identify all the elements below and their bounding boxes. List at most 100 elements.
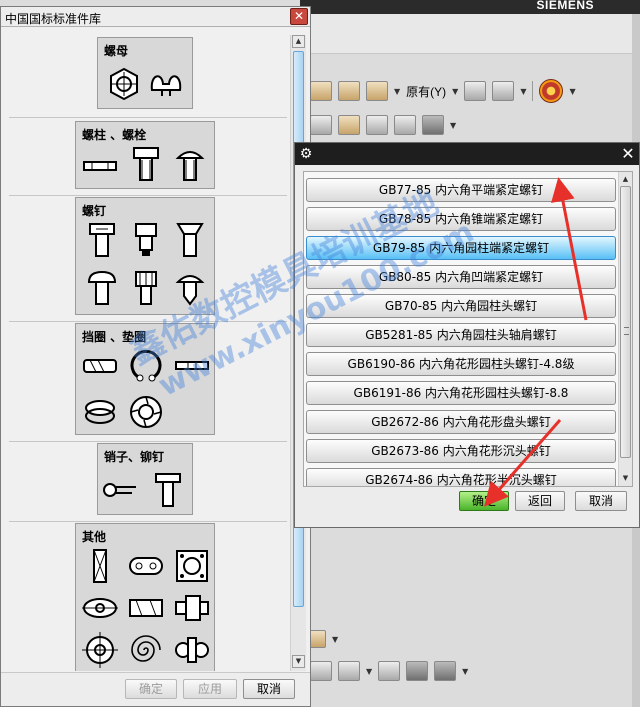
chevron-down-icon[interactable]: ▼ bbox=[452, 87, 458, 96]
chevron-down-icon[interactable]: ▼ bbox=[569, 87, 575, 96]
category-label: 螺钉 bbox=[82, 204, 107, 218]
gear-library-icon[interactable] bbox=[539, 79, 564, 103]
standard-item[interactable]: GB77-85 内六角平端紧定螺钉 bbox=[306, 178, 616, 202]
category-divider bbox=[9, 195, 287, 196]
category-studs-bolts[interactable]: 螺柱 、螺栓 bbox=[75, 121, 215, 189]
scroll-thumb[interactable] bbox=[620, 186, 631, 458]
tapping-screw-icon[interactable] bbox=[172, 270, 208, 306]
pan-head-screw-icon[interactable] bbox=[84, 270, 120, 306]
gear-icon[interactable]: ⚙ bbox=[298, 146, 314, 162]
close-icon[interactable]: ✕ bbox=[290, 8, 308, 25]
standard-item[interactable]: GB6191-86 内六角花形园柱头螺钉-8.8 bbox=[306, 381, 616, 405]
chevron-down-icon[interactable]: ▼ bbox=[462, 667, 468, 676]
library-title: 中国国标标准件库 bbox=[5, 12, 102, 26]
standard-item[interactable]: GB80-85 内六角凹端紧定螺钉 bbox=[306, 265, 616, 289]
ok-button[interactable]: 确定 bbox=[125, 679, 177, 699]
legacy-menu[interactable]: 原有(Y) bbox=[406, 83, 446, 100]
cheese-head-screw-icon[interactable] bbox=[128, 222, 164, 258]
box-feature-icon[interactable] bbox=[464, 81, 487, 101]
cancel-button[interactable]: 取消 bbox=[575, 491, 627, 511]
slot-feature-icon[interactable] bbox=[366, 81, 388, 101]
face-op-icon[interactable] bbox=[310, 115, 332, 135]
back-button[interactable]: 返回 bbox=[515, 491, 565, 511]
scroll-up-icon[interactable]: ▲ bbox=[292, 35, 305, 48]
hex-nut-icon[interactable] bbox=[106, 66, 142, 102]
ok-button[interactable]: 确定 bbox=[459, 491, 509, 511]
dialog-title-bar: ⚙ ✕ bbox=[295, 143, 639, 165]
round-head-bolt-icon[interactable] bbox=[172, 146, 208, 182]
clamp-icon[interactable] bbox=[128, 590, 164, 626]
scroll-up-icon[interactable]: ▲ bbox=[620, 173, 631, 185]
category-label: 挡圈 、垫圈 bbox=[82, 330, 147, 344]
flange-icon[interactable] bbox=[174, 548, 210, 584]
stud-icon[interactable] bbox=[82, 148, 118, 184]
pocket-feature-icon[interactable] bbox=[338, 81, 360, 101]
spring-washer-icon[interactable] bbox=[82, 394, 118, 430]
category-label: 其他 bbox=[82, 530, 107, 544]
standard-item[interactable]: GB2672-86 内六角花形盘头螺钉 bbox=[306, 410, 616, 434]
split-body-icon[interactable] bbox=[394, 115, 416, 135]
lock-washer-icon[interactable] bbox=[128, 394, 164, 430]
hex-bolt-icon[interactable] bbox=[128, 146, 164, 182]
siemens-logo: SIEMENS bbox=[536, 0, 594, 12]
library-footer: 确定 应用 取消 bbox=[1, 672, 310, 706]
standard-item[interactable]: GB70-85 内六角园柱头螺钉 bbox=[306, 294, 616, 318]
trim-body-icon[interactable] bbox=[366, 115, 388, 135]
category-divider bbox=[9, 521, 287, 522]
circlip-icon[interactable] bbox=[128, 348, 164, 384]
flat-washer-icon[interactable] bbox=[174, 348, 210, 384]
cross-target-icon[interactable] bbox=[82, 632, 118, 668]
coupling-icon[interactable] bbox=[174, 590, 210, 626]
chevron-down-icon[interactable]: ▼ bbox=[450, 121, 456, 130]
apply-button[interactable]: 应用 bbox=[183, 679, 237, 699]
standard-item[interactable]: GB5281-85 内六角园柱头轴肩螺钉 bbox=[306, 323, 616, 347]
ribbon-strip bbox=[300, 14, 640, 54]
chevron-down-icon[interactable]: ▼ bbox=[366, 667, 372, 676]
standard-item[interactable]: GB2673-86 内六角花形沉头螺钉 bbox=[306, 439, 616, 463]
plate-icon[interactable] bbox=[128, 548, 164, 584]
countersunk-screw-icon[interactable] bbox=[172, 222, 208, 258]
component-icon[interactable] bbox=[434, 661, 457, 681]
extrude-feature-icon[interactable] bbox=[492, 81, 515, 101]
category-label: 螺母 bbox=[104, 44, 129, 58]
category-rings-washers[interactable]: 挡圈 、垫圈 bbox=[75, 323, 215, 435]
standard-item[interactable]: GB78-85 内六角锥端紧定螺钉 bbox=[306, 207, 616, 231]
list-scrollbar[interactable]: ▲ ▼ bbox=[618, 172, 632, 486]
category-list: 螺母 螺柱 、螺栓 螺钉 挡圈 、垫圈 销子、铆钉 其他 bbox=[5, 31, 287, 671]
block-feature-icon[interactable] bbox=[310, 81, 332, 101]
standard-selection-dialog: ⚙ ✕ GB77-85 内六角平端紧定螺钉 GB78-85 内六角锥端紧定螺钉 GB… bbox=[294, 142, 640, 528]
dimension-icon[interactable] bbox=[310, 661, 332, 681]
toolbar-separator bbox=[532, 81, 534, 101]
toolbar-row-4: ▼ ▼ bbox=[310, 656, 468, 686]
chevron-down-icon[interactable]: ▼ bbox=[332, 635, 338, 644]
category-pins-rivets[interactable]: 销子、铆钉 bbox=[97, 443, 193, 515]
cotter-pin-icon[interactable] bbox=[102, 472, 138, 508]
category-nuts[interactable]: 螺母 bbox=[97, 37, 193, 109]
assembly-icon[interactable] bbox=[406, 661, 429, 681]
scroll-down-icon[interactable]: ▼ bbox=[620, 472, 631, 484]
category-divider bbox=[9, 441, 287, 442]
scroll-down-icon[interactable]: ▼ bbox=[292, 655, 305, 668]
close-icon[interactable]: ✕ bbox=[619, 145, 637, 163]
spiral-icon[interactable] bbox=[128, 632, 164, 668]
standard-item[interactable]: GB2674-86 内六角花形半沉头螺钉 bbox=[306, 468, 616, 486]
category-screws[interactable]: 螺钉 bbox=[75, 197, 215, 315]
chevron-down-icon[interactable]: ▼ bbox=[520, 87, 526, 96]
key-icon[interactable] bbox=[82, 548, 118, 584]
category-others[interactable]: 其他 bbox=[75, 523, 215, 671]
slotted-screw-icon[interactable] bbox=[84, 222, 120, 258]
pattern-icon[interactable] bbox=[422, 115, 444, 135]
angle-icon[interactable] bbox=[338, 661, 360, 681]
wing-nut-icon[interactable] bbox=[148, 66, 184, 102]
rivet-icon[interactable] bbox=[150, 472, 186, 508]
spacer-icon[interactable] bbox=[82, 590, 118, 626]
offset-face-icon[interactable] bbox=[338, 115, 360, 135]
knurled-screw-icon[interactable] bbox=[128, 270, 164, 306]
standard-item[interactable]: GB79-85 内六角园柱端紧定螺钉 bbox=[306, 236, 616, 260]
cancel-button[interactable]: 取消 bbox=[243, 679, 295, 699]
chevron-down-icon[interactable]: ▼ bbox=[394, 87, 400, 96]
constraint-icon[interactable] bbox=[378, 661, 401, 681]
standard-item[interactable]: GB6190-86 内六角花形园柱头螺钉-4.8级 bbox=[306, 352, 616, 376]
chain-icon[interactable] bbox=[174, 632, 210, 668]
retaining-ring-side-icon[interactable] bbox=[82, 348, 118, 384]
